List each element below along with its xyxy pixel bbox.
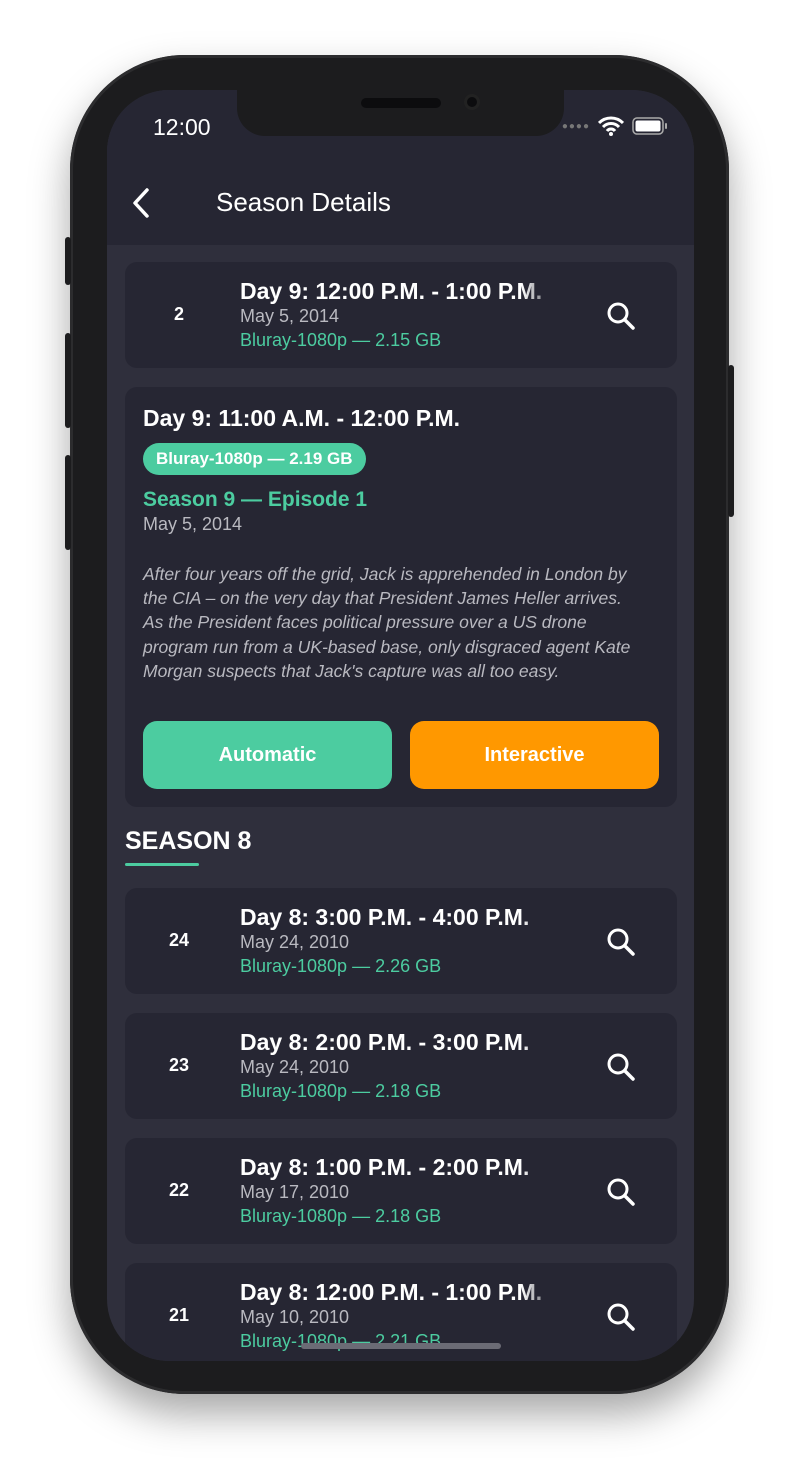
episode-title: Day 8: 1:00 P.M. - 2:00 P.M. xyxy=(240,1154,530,1180)
episode-quality: Bluray-1080p — 2.26 GB xyxy=(240,956,442,976)
search-icon[interactable] xyxy=(605,300,637,332)
notch xyxy=(237,90,564,136)
episode-number: 23 xyxy=(168,1055,190,1075)
screen: 12:00 ●●●● Season Details 2 Day 9: 12:00… xyxy=(107,90,694,1361)
episode-number: 24 xyxy=(168,930,190,950)
episode-date: May 5, 2014 xyxy=(240,306,340,326)
search-icon[interactable] xyxy=(605,926,637,958)
episode-overview: After four years off the grid, Jack is a… xyxy=(143,564,631,681)
quality-badge: Bluray-1080p — 2.19 GB xyxy=(143,443,366,475)
battery-icon xyxy=(632,117,667,135)
expanded-episode-card: Day 9: 11:00 A.M. - 12:00 P.M. Bluray-10… xyxy=(125,387,677,807)
episode-title: Day 9: 11:00 A.M. - 12:00 P.M. xyxy=(143,405,461,431)
episode-quality: Bluray-1080p — 2.15 GB xyxy=(240,330,442,350)
episode-date: May 17, 2010 xyxy=(240,1182,350,1202)
volume-down-button xyxy=(65,455,71,550)
signal-icon: ●●●● xyxy=(561,120,590,132)
episode-quality: Bluray-1080p — 2.18 GB xyxy=(240,1206,442,1226)
episode-date: May 24, 2010 xyxy=(240,1057,350,1077)
volume-up-button xyxy=(65,333,71,428)
air-date: May 5, 2014 xyxy=(143,514,243,534)
status-icons: ●●●● xyxy=(562,116,668,136)
search-icon[interactable] xyxy=(605,1176,637,1208)
episode-row[interactable]: 23 Day 8: 2:00 P.M. - 3:00 P.M. May 24, … xyxy=(125,1013,677,1119)
episode-row[interactable]: 24 Day 8: 3:00 P.M. - 4:00 P.M. May 24, … xyxy=(125,888,677,994)
season-underline xyxy=(125,863,199,866)
episode-title: Day 8: 2:00 P.M. - 3:00 P.M. xyxy=(240,1029,530,1055)
episode-number: 21 xyxy=(168,1305,190,1325)
mute-switch xyxy=(65,237,71,285)
search-icon[interactable] xyxy=(605,1051,637,1083)
search-icon[interactable] xyxy=(605,1301,637,1333)
episode-date: May 10, 2010 xyxy=(240,1307,350,1327)
season-episode-label: Season 9 — Episode 1 xyxy=(143,488,368,511)
episode-row[interactable]: 2 Day 9: 12:00 P.M. - 1:00 P.M. May 5, 2… xyxy=(125,262,677,368)
episode-date: May 24, 2010 xyxy=(240,932,350,952)
page-title: Season Details xyxy=(216,187,391,217)
power-button xyxy=(728,365,734,517)
season-heading: SEASON 8 xyxy=(125,827,252,855)
home-indicator[interactable] xyxy=(301,1343,501,1349)
status-time: 12:00 xyxy=(153,114,211,140)
automatic-search-button[interactable]: Automatic xyxy=(143,721,392,789)
episode-row[interactable]: 22 Day 8: 1:00 P.M. - 2:00 P.M. May 17, … xyxy=(125,1138,677,1244)
wifi-icon xyxy=(598,116,624,136)
episode-number: 2 xyxy=(173,304,184,324)
episode-title: Day 8: 3:00 P.M. - 4:00 P.M. xyxy=(240,904,530,930)
episode-title: Day 9: 12:00 P.M. - 1:00 P.M. xyxy=(240,278,543,304)
episode-number: 22 xyxy=(168,1180,190,1200)
back-chevron-icon[interactable] xyxy=(129,186,153,220)
interactive-search-button[interactable]: Interactive xyxy=(410,721,659,789)
episode-title: Day 8: 12:00 P.M. - 1:00 P.M. xyxy=(240,1279,543,1305)
episode-quality: Bluray-1080p — 2.18 GB xyxy=(240,1081,442,1101)
